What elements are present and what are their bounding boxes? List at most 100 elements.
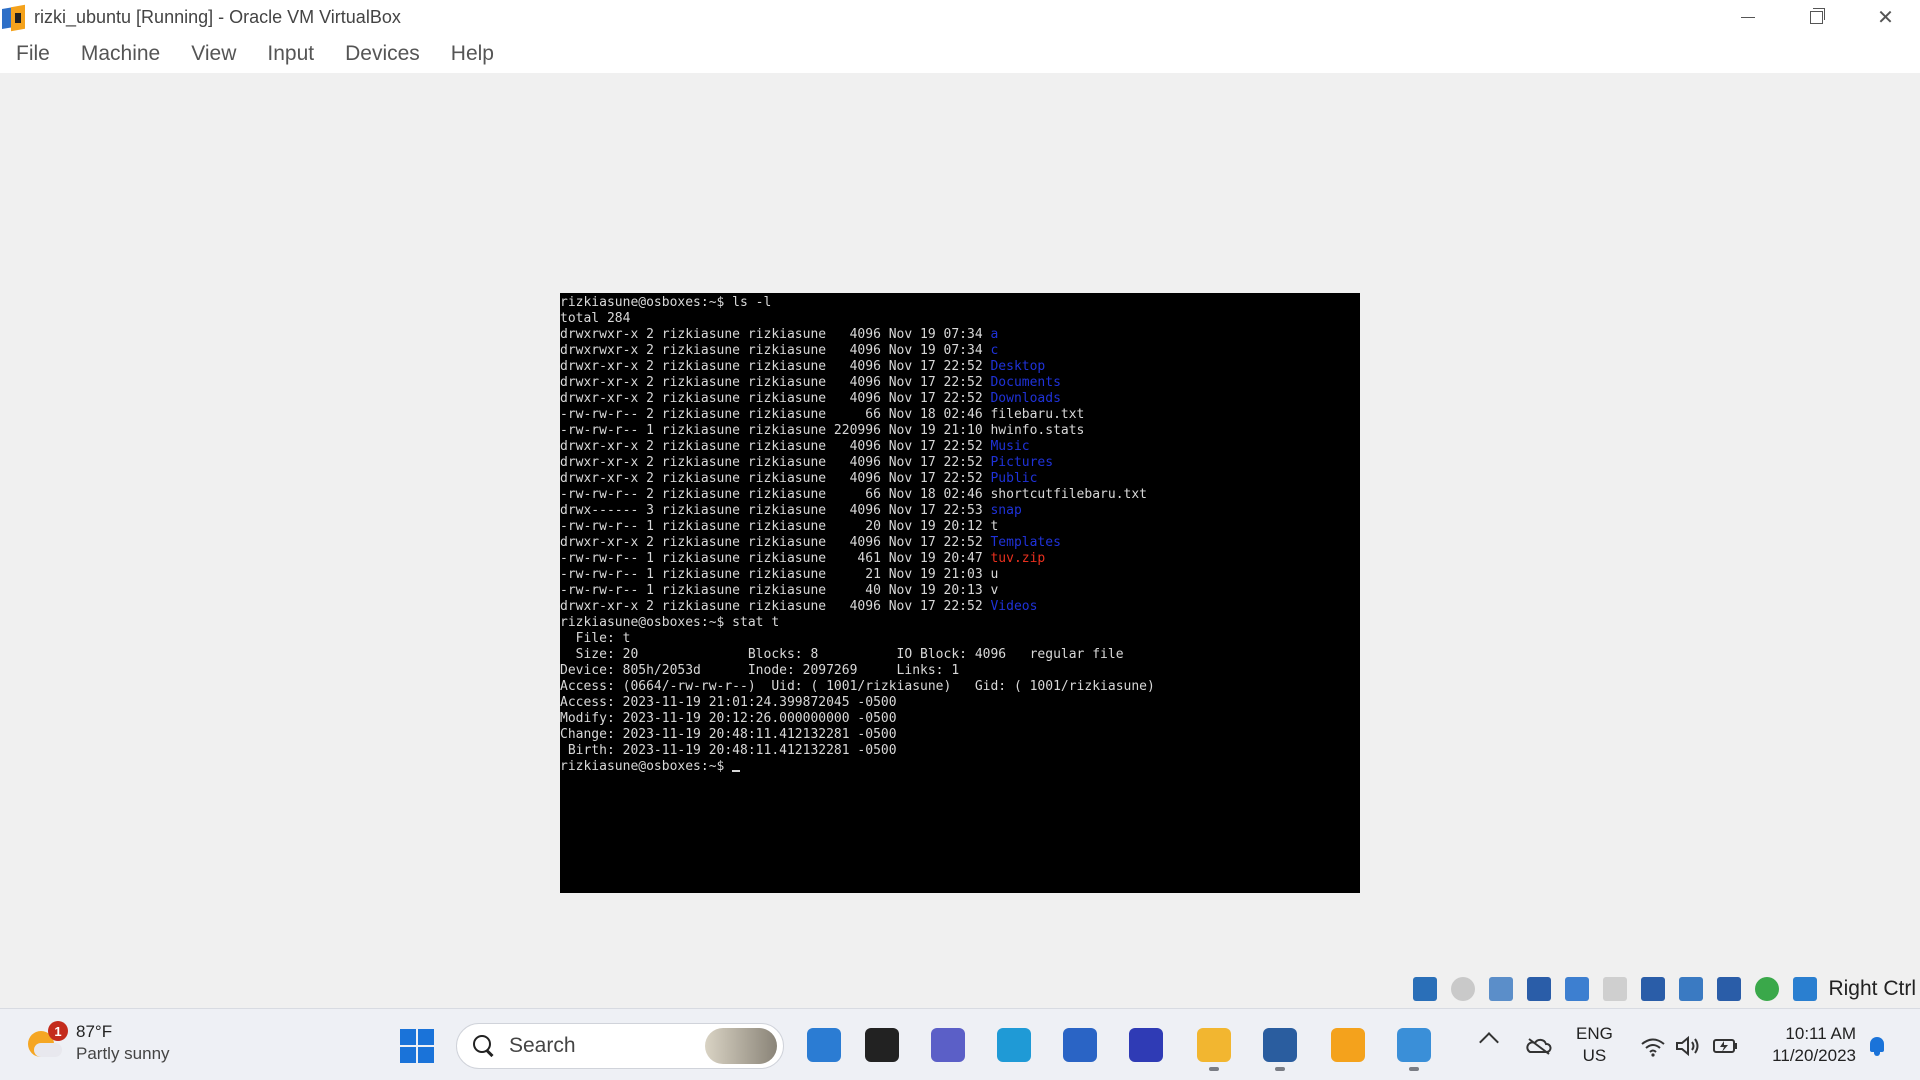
teams-chat-icon: [931, 1028, 965, 1062]
terminal-filename: v: [990, 583, 999, 598]
running-indicator: [1275, 1067, 1285, 1071]
terminal-line: Access: (0664/-rw-rw-r--) Uid: ( 1001/ri…: [560, 679, 1155, 694]
network-icon[interactable]: [1524, 974, 1554, 1004]
photos-app[interactable]: [1390, 1021, 1438, 1071]
edge-browser-icon: [997, 1028, 1031, 1062]
display-icon[interactable]: [1638, 974, 1668, 1004]
close-button[interactable]: ✕: [1851, 0, 1920, 35]
file-explorer-app[interactable]: [1190, 1021, 1238, 1071]
battery-charging-icon[interactable]: [1712, 1037, 1740, 1055]
antivirus-icon: [1129, 1028, 1163, 1062]
microsoft-store-app[interactable]: [1056, 1021, 1104, 1069]
menu-devices[interactable]: Devices: [345, 42, 420, 66]
terminal-filename: u: [990, 567, 999, 582]
terminal-filename: Documents: [990, 375, 1061, 390]
virtualbox-icon: [2, 4, 26, 31]
menu-input[interactable]: Input: [267, 42, 314, 66]
terminal-line: Birth: 2023-11-19 20:48:11.412132281 -05…: [560, 743, 897, 758]
terminal-line: Change: 2023-11-19 20:48:11.412132281 -0…: [560, 727, 897, 742]
input-language-indicator[interactable]: ENG US: [1576, 1023, 1613, 1067]
terminal-prompt-line: rizkiasune@osboxes:~$: [560, 759, 1360, 775]
terminal-line: -rw-rw-r-- 1 rizkiasune rizkiasune 461 N…: [560, 551, 1046, 566]
task-view-app[interactable]: [858, 1021, 906, 1069]
onedrive-offline-icon[interactable]: [1526, 1037, 1552, 1055]
weather-widget[interactable]: 1 87°F Partly sunny: [26, 1021, 170, 1065]
virtualbox-cube-app[interactable]: [1256, 1021, 1304, 1071]
terminal-line: drwxrwxr-x 2 rizkiasune rizkiasune 4096 …: [560, 343, 999, 358]
start-button[interactable]: [400, 1029, 434, 1063]
notification-bell-icon[interactable]: [1868, 1037, 1886, 1057]
search-label: Search: [509, 1034, 576, 1057]
taskbar-search[interactable]: Search: [456, 1023, 784, 1069]
minimize-icon: [1740, 17, 1755, 18]
virtualbox-app[interactable]: [1324, 1021, 1372, 1069]
terminal-line: drwxrwxr-x 2 rizkiasune rizkiasune 4096 …: [560, 327, 999, 342]
partly-sunny-icon: 1: [26, 1021, 68, 1061]
antivirus-app[interactable]: [1122, 1021, 1170, 1069]
window-title: rizki_ubuntu [Running] - Oracle VM Virtu…: [34, 7, 401, 27]
clock-time: 10:11 AM: [1785, 1024, 1856, 1043]
terminal-filename: a: [990, 327, 999, 342]
terminal-filename: Pictures: [990, 455, 1054, 470]
optical-drive-icon[interactable]: [1448, 974, 1478, 1004]
restore-button[interactable]: [1782, 0, 1851, 35]
audio-icon[interactable]: [1486, 974, 1516, 1004]
terminal-line: rizkiasune@osboxes:~$ stat t: [560, 615, 780, 630]
edge-browser-app[interactable]: [990, 1021, 1038, 1069]
host-key-label: Right Ctrl: [1828, 977, 1916, 1000]
terminal-line: drwxr-xr-x 2 rizkiasune rizkiasune 4096 …: [560, 455, 1054, 470]
terminal-filename: hwinfo.stats: [990, 423, 1085, 438]
terminal-line: -rw-rw-r-- 2 rizkiasune rizkiasune 66 No…: [560, 487, 1148, 502]
running-indicator: [1209, 1067, 1219, 1071]
terminal-line: drwxr-xr-x 2 rizkiasune rizkiasune 4096 …: [560, 439, 1030, 454]
terminal-line: -rw-rw-r-- 1 rizkiasune rizkiasune 21 No…: [560, 567, 999, 582]
usb-icon[interactable]: [1562, 974, 1592, 1004]
terminal-line: drwxr-xr-x 2 rizkiasune rizkiasune 4096 …: [560, 359, 1046, 374]
photos-icon: [1397, 1028, 1431, 1062]
menu-view[interactable]: View: [191, 42, 236, 66]
terminal-line: -rw-rw-r-- 2 rizkiasune rizkiasune 66 No…: [560, 407, 1085, 422]
terminal-line: drwxr-xr-x 2 rizkiasune rizkiasune 4096 …: [560, 391, 1061, 406]
search-highlight-image: [705, 1028, 777, 1064]
task-view-icon: [865, 1028, 899, 1062]
vt-x-icon[interactable]: [1714, 974, 1744, 1004]
terminal-line: -rw-rw-r-- 1 rizkiasune rizkiasune 22099…: [560, 423, 1085, 438]
outlook-preview-app[interactable]: [800, 1021, 848, 1069]
menu-file[interactable]: File: [16, 42, 50, 66]
terminal-filename: Videos: [990, 599, 1038, 614]
microsoft-store-icon: [1063, 1028, 1097, 1062]
terminal-filename: filebaru.txt: [990, 407, 1085, 422]
terminal-filename: t: [990, 519, 999, 534]
keyboard-capture-icon[interactable]: [1790, 974, 1820, 1004]
wifi-icon[interactable]: [1640, 1037, 1666, 1057]
terminal-line: Size: 20 Blocks: 8 IO Block: 4096 regula…: [560, 647, 1124, 662]
terminal-line: -rw-rw-r-- 1 rizkiasune rizkiasune 40 No…: [560, 583, 999, 598]
vm-display-area: rizkiasune@osboxes:~$ ls -l total 284 drwx…: [0, 73, 1920, 1007]
terminal-filename: c: [990, 343, 999, 358]
mouse-integration-icon[interactable]: [1752, 974, 1782, 1004]
vm-terminal-screen[interactable]: rizkiasune@osboxes:~$ ls -l total 284 drwx…: [560, 293, 1360, 893]
teams-chat-app[interactable]: [924, 1021, 972, 1069]
terminal-filename: shortcutfilebaru.txt: [990, 487, 1148, 502]
hard-disk-icon[interactable]: [1410, 974, 1440, 1004]
menu-help[interactable]: Help: [451, 42, 494, 66]
terminal-line: drwxr-xr-x 2 rizkiasune rizkiasune 4096 …: [560, 535, 1061, 550]
shared-folders-icon[interactable]: [1600, 974, 1630, 1004]
lang-region: US: [1582, 1046, 1607, 1065]
restore-icon: [1810, 8, 1825, 24]
terminal-line: drwx------ 3 rizkiasune rizkiasune 4096 …: [560, 503, 1022, 518]
close-icon: ✕: [1877, 7, 1894, 29]
weather-temp: 87°F: [76, 1022, 113, 1041]
show-hidden-icons-chevron-icon[interactable]: [1479, 1032, 1499, 1052]
system-clock[interactable]: 10:11 AM 11/20/2023: [1760, 1023, 1856, 1067]
recording-icon[interactable]: [1676, 974, 1706, 1004]
menu-machine[interactable]: Machine: [81, 42, 160, 66]
lang-code: ENG: [1576, 1024, 1613, 1043]
terminal-filename: Downloads: [990, 391, 1061, 406]
minimize-button[interactable]: [1713, 0, 1782, 35]
outlook-preview-icon: [807, 1028, 841, 1062]
volume-icon[interactable]: [1675, 1035, 1701, 1057]
virtualbox-icon: [1331, 1028, 1365, 1062]
vm-status-bar: Right Ctrl: [1400, 971, 1920, 1007]
menu-bar: File Machine View Input Devices Help: [0, 35, 1920, 73]
